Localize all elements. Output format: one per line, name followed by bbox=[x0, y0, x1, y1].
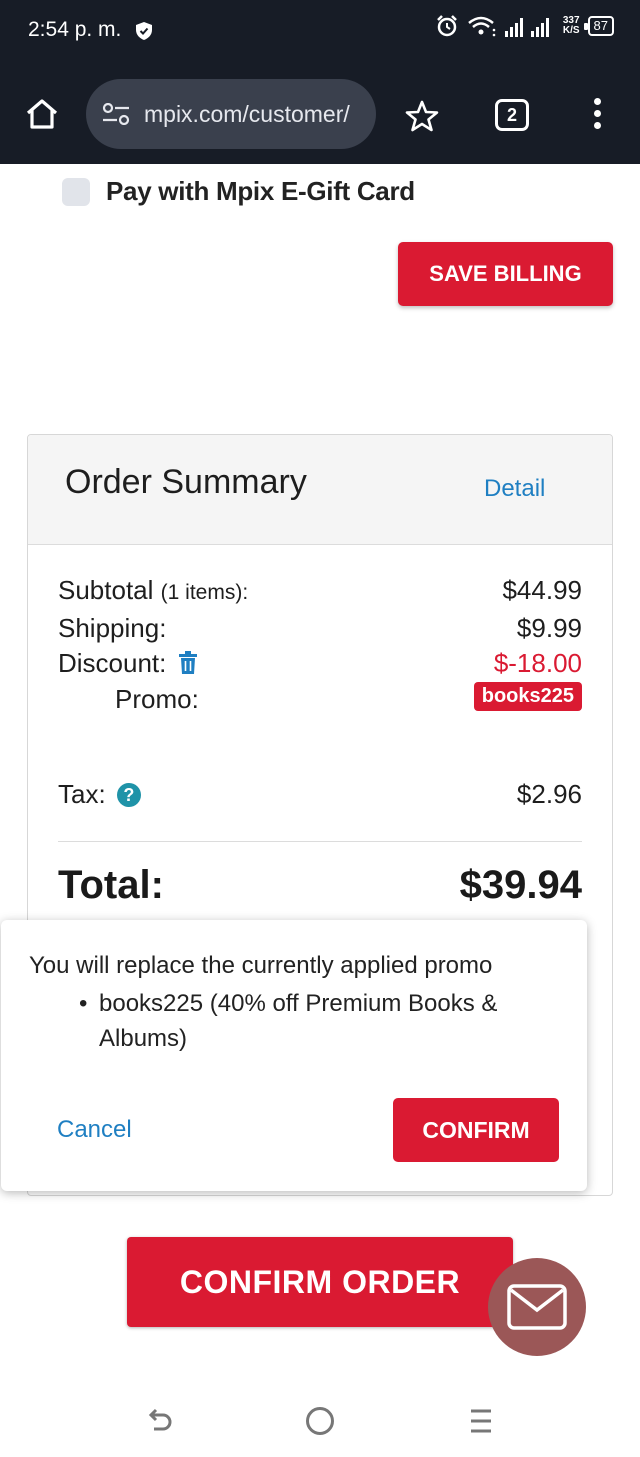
mail-fab[interactable] bbox=[488, 1258, 586, 1356]
signal-icon bbox=[504, 18, 549, 37]
shield-icon bbox=[136, 22, 152, 40]
save-billing-button[interactable]: SAVE BILLING bbox=[398, 242, 613, 306]
cancel-button[interactable]: Cancel bbox=[57, 1116, 132, 1144]
more-vert-icon[interactable] bbox=[590, 98, 604, 134]
tax-row: Tax: ? $2.96 bbox=[58, 779, 582, 810]
home-icon[interactable] bbox=[24, 96, 60, 132]
total-label: Total: bbox=[58, 863, 164, 907]
promo-badge: books225 bbox=[473, 682, 582, 711]
gift-card-checkbox[interactable] bbox=[62, 177, 90, 206]
total-value: $39.94 bbox=[459, 863, 582, 907]
discount-row: Discount: $-18.00 bbox=[58, 648, 582, 679]
recents-icon[interactable] bbox=[468, 1407, 494, 1435]
subtotal-value: $44.99 bbox=[502, 575, 582, 605]
dialog-message: You will replace the currently applied p… bbox=[29, 952, 493, 979]
discount-value: $-18.00 bbox=[493, 648, 582, 678]
gift-card-option[interactable]: Pay with Mpix E-Gift Card bbox=[62, 176, 415, 207]
circle-home-icon[interactable] bbox=[306, 1407, 334, 1435]
star-icon[interactable] bbox=[404, 98, 440, 134]
trash-icon[interactable] bbox=[178, 651, 198, 675]
promo-label: Promo: bbox=[115, 684, 199, 714]
gift-card-label[interactable]: Pay with Mpix E-Gift Card bbox=[106, 176, 415, 207]
status-icons: 337 K/S 87 bbox=[435, 14, 614, 38]
subtotal-items: (1 items): bbox=[160, 581, 249, 604]
promo-row: Promo: books225 bbox=[58, 682, 582, 715]
wifi-icon bbox=[468, 16, 496, 37]
alarm-icon bbox=[436, 15, 457, 37]
tabs-icon[interactable]: 2 bbox=[495, 99, 529, 131]
network-speed: 337 K/S bbox=[563, 16, 580, 36]
order-summary-title: Order Summary bbox=[65, 463, 307, 501]
replace-promo-dialog: You will replace the currently applied p… bbox=[1, 920, 587, 1191]
subtotal-label: Subtotal bbox=[58, 575, 154, 605]
tax-value: $2.96 bbox=[516, 779, 582, 809]
confirm-order-button[interactable]: CONFIRM ORDER bbox=[127, 1237, 513, 1327]
detail-link[interactable]: Detail bbox=[484, 475, 545, 503]
dialog-promo-item: books225 (40% off Premium Books & Albums… bbox=[79, 986, 539, 1056]
browser-chrome: 2:54 p. m. 337 K/S 87 mpix.com/customer/… bbox=[0, 0, 640, 164]
status-time: 2:54 p. m. bbox=[28, 18, 122, 41]
discount-label: Discount: bbox=[58, 648, 167, 678]
dialog-promo-list: books225 (40% off Premium Books & Albums… bbox=[79, 986, 539, 1056]
url-text[interactable]: mpix.com/customer/ bbox=[144, 101, 350, 128]
shipping-value: $9.99 bbox=[516, 613, 582, 643]
url-bar[interactable]: mpix.com/customer/ bbox=[86, 79, 376, 149]
order-summary-header: Order Summary Detail bbox=[28, 435, 612, 545]
shipping-label: Shipping: bbox=[58, 613, 167, 643]
mail-icon bbox=[507, 1284, 567, 1330]
battery-icon: 87 bbox=[583, 16, 614, 36]
battery-level: 87 bbox=[593, 18, 608, 33]
tab-count: 2 bbox=[506, 105, 517, 125]
summary-divider bbox=[58, 841, 582, 842]
subtotal-row: Subtotal (1 items): $44.99 bbox=[58, 575, 582, 606]
shipping-row: Shipping: $9.99 bbox=[58, 613, 582, 644]
system-nav-bar bbox=[0, 1385, 640, 1457]
confirm-button[interactable]: CONFIRM bbox=[393, 1098, 559, 1162]
tax-label: Tax: bbox=[58, 779, 106, 809]
help-icon[interactable]: ? bbox=[116, 783, 141, 807]
total-row: Total: $39.94 bbox=[58, 863, 582, 908]
speed-unit: K/S bbox=[562, 25, 580, 36]
tune-icon[interactable] bbox=[102, 103, 130, 125]
back-icon[interactable] bbox=[146, 1407, 174, 1435]
